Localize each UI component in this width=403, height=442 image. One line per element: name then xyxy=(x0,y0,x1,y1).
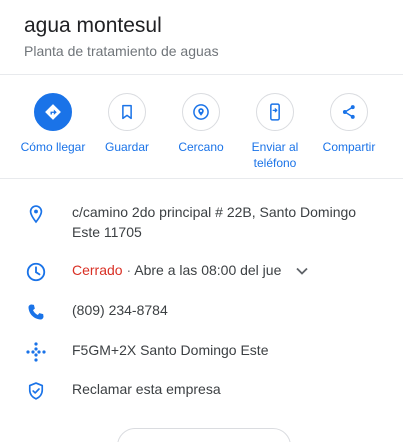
hours-separator: · xyxy=(122,262,135,278)
directions-circle[interactable] xyxy=(34,93,72,131)
place-title: agua montesul xyxy=(24,14,162,37)
send-to-phone-circle[interactable] xyxy=(256,93,294,131)
save-button[interactable]: Guardar xyxy=(90,93,164,171)
phone-number: (809) 234-8784 xyxy=(72,302,168,318)
share-circle[interactable] xyxy=(330,93,368,131)
hours-status: Cerrado xyxy=(72,262,123,278)
divider xyxy=(0,178,403,179)
nearby-icon xyxy=(193,104,209,120)
bookmark-icon xyxy=(122,104,132,120)
plus-code-icon xyxy=(24,340,48,364)
nearby-button[interactable]: Cercano xyxy=(164,93,238,171)
phone-send-icon xyxy=(270,103,280,121)
address-text: c/camino 2do principal # 22B, Santo Domi… xyxy=(72,202,383,242)
share-label: Compartir xyxy=(322,140,376,154)
save-circle[interactable] xyxy=(108,93,146,131)
plus-code-text: F5GM+2X Santo Domingo Este xyxy=(72,342,269,358)
send-to-phone-label-line2: teléfono xyxy=(253,156,297,170)
hours-detail: Abre a las 08:00 del jue xyxy=(134,262,282,278)
share-icon xyxy=(342,105,355,119)
clock-icon xyxy=(24,260,48,284)
address-line1: c/camino 2do principal # 22B, Santo Domi… xyxy=(72,204,357,220)
shield-check-icon xyxy=(24,379,48,403)
location-pin-icon xyxy=(24,202,48,226)
send-to-phone-label-line1: Enviar al xyxy=(251,140,299,154)
send-to-phone-label: Enviar al teléfono xyxy=(238,139,312,171)
chevron-down-icon[interactable] xyxy=(295,261,309,281)
hours-text: Cerrado · Abre a las 08:00 del jue xyxy=(72,260,383,281)
share-button[interactable]: Compartir xyxy=(312,93,386,171)
action-bar: Cómo llegar Guardar Cercano Enviar al te… xyxy=(16,93,386,171)
directions-button[interactable]: Cómo llegar xyxy=(16,93,90,171)
directions-label: Cómo llegar xyxy=(20,140,86,154)
claim-business-link: Reclamar esta empresa xyxy=(72,381,221,397)
send-to-phone-button[interactable]: Enviar al teléfono xyxy=(238,93,312,171)
nearby-circle[interactable] xyxy=(182,93,220,131)
bottom-action-pill[interactable] xyxy=(117,428,291,442)
phone-icon xyxy=(24,300,48,324)
place-header: agua montesul Planta de tratamiento de a… xyxy=(24,12,393,61)
save-label: Guardar xyxy=(104,140,150,154)
address-line2: Este 11705 xyxy=(72,224,142,240)
directions-icon xyxy=(45,104,61,120)
nearby-label: Cercano xyxy=(178,140,224,154)
divider xyxy=(0,74,403,75)
place-category: Planta de tratamiento de aguas xyxy=(24,43,219,59)
